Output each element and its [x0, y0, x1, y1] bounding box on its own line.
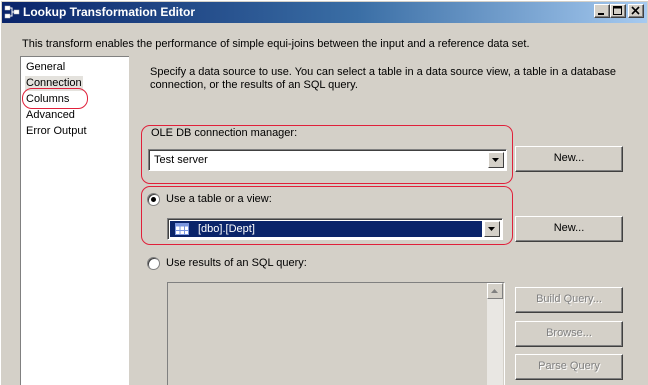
table-icon: [175, 223, 189, 235]
nav-item-general[interactable]: General: [25, 60, 66, 75]
title-bar[interactable]: Lookup Transformation Editor: [2, 2, 647, 23]
table-view-select[interactable]: [dbo].[Dept]: [167, 218, 503, 240]
connection-manager-value: Test server: [154, 154, 208, 166]
new-connection-button[interactable]: New...: [515, 146, 623, 172]
sql-query-textarea[interactable]: [167, 282, 505, 385]
scroll-up-button[interactable]: [487, 283, 503, 299]
table-view-selection: [dbo].[Dept]: [170, 221, 482, 237]
chevron-down-icon: [488, 227, 495, 231]
lookup-transform-icon: [4, 5, 20, 19]
use-sql-label[interactable]: Use results of an SQL query:: [166, 257, 307, 269]
use-table-radio[interactable]: [147, 193, 160, 206]
nav-item-error-output[interactable]: Error Output: [25, 124, 88, 139]
connection-hint: Specify a data source to use. You can se…: [150, 66, 616, 91]
connection-manager-select[interactable]: Test server: [148, 149, 507, 171]
nav-item-connection[interactable]: Connection: [25, 76, 83, 91]
nav-item-columns[interactable]: Columns: [25, 92, 70, 107]
sql-scrollbar[interactable]: [487, 283, 503, 385]
window-title: Lookup Transformation Editor: [23, 5, 196, 19]
lookup-editor-window: Lookup Transformation Editor This transf…: [0, 0, 648, 385]
transform-description: This transform enables the performance o…: [22, 38, 530, 50]
build-query-button[interactable]: Build Query...: [515, 287, 623, 313]
connection-manager-label: OLE DB connection manager:: [151, 127, 298, 139]
nav-item-advanced[interactable]: Advanced: [25, 108, 76, 123]
chevron-down-icon: [492, 158, 499, 162]
chevron-up-icon: [491, 289, 498, 293]
use-table-label[interactable]: Use a table or a view:: [166, 193, 272, 205]
minimize-icon: [598, 13, 604, 15]
maximize-button[interactable]: [610, 4, 626, 18]
editor-nav-list: General Connection Columns Advanced Erro…: [20, 56, 129, 385]
use-sql-radio[interactable]: [147, 257, 160, 270]
minimize-button[interactable]: [594, 4, 610, 18]
table-view-dropdown-button[interactable]: [484, 221, 500, 237]
close-icon: [631, 6, 640, 15]
maximize-icon: [613, 6, 622, 15]
new-table-button[interactable]: New...: [515, 216, 623, 242]
table-view-value: [dbo].[Dept]: [198, 223, 255, 235]
close-button[interactable]: [628, 4, 644, 18]
browse-button[interactable]: Browse...: [515, 321, 623, 347]
connection-manager-dropdown-button[interactable]: [488, 152, 504, 168]
parse-query-button[interactable]: Parse Query: [515, 354, 623, 380]
